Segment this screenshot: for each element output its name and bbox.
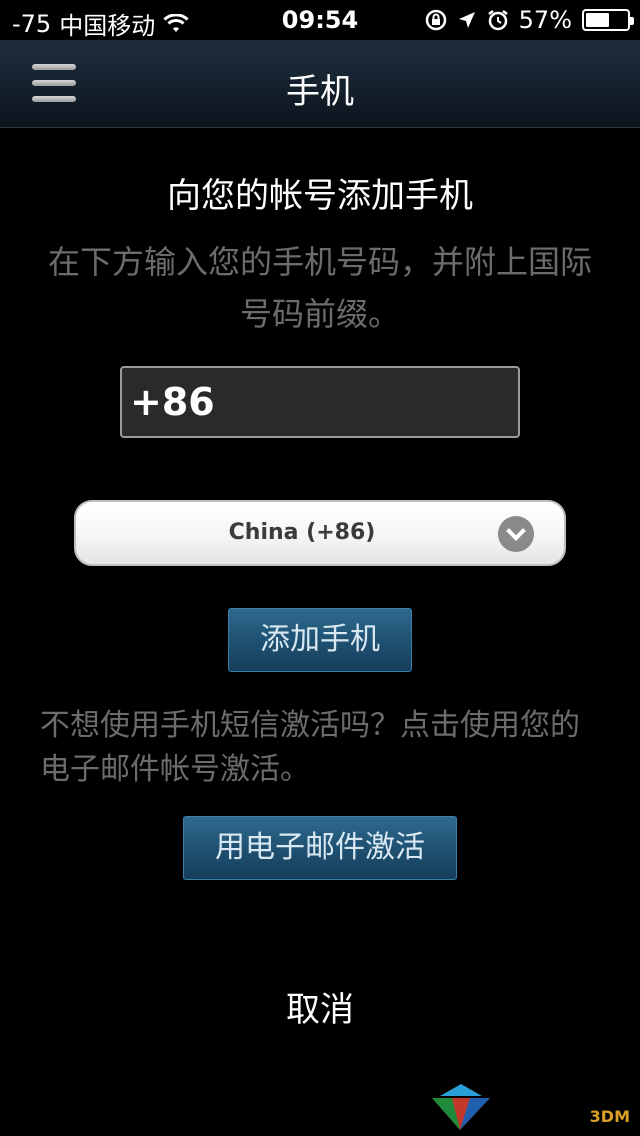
cancel-button[interactable]: 取消 bbox=[0, 982, 640, 1031]
add-phone-button[interactable]: 添加手机 bbox=[228, 608, 412, 672]
nav-bar: 手机 bbox=[0, 40, 640, 128]
chevron-down-icon bbox=[498, 516, 534, 552]
headline: 向您的帐号添加手机 bbox=[167, 176, 473, 216]
email-hint-text: 不想使用手机短信激活吗？点击使用您的电子邮件帐号激活。 bbox=[40, 708, 580, 787]
rotation-lock-icon bbox=[425, 9, 446, 31]
country-select[interactable]: China (+86) bbox=[74, 500, 566, 566]
alarm-clock-icon bbox=[487, 10, 508, 31]
instructions-text: 在下方输入您的手机号码，并附上国际号码前缀。 bbox=[47, 243, 592, 333]
watermark: 3DM bbox=[430, 1078, 630, 1132]
location-arrow-icon bbox=[458, 12, 475, 28]
battery-percent: 57% bbox=[518, 6, 572, 34]
watermark-logo-icon bbox=[432, 1084, 490, 1130]
watermark-text: 3DM bbox=[589, 1107, 630, 1126]
status-right: 57% bbox=[425, 6, 634, 34]
battery-level bbox=[586, 13, 609, 27]
email-activate-button[interactable]: 用电子邮件激活 bbox=[183, 816, 457, 880]
status-bar: -75 中国移动 09:54 57% bbox=[0, 0, 640, 40]
country-selected-value: China (+86) bbox=[228, 520, 376, 545]
phone-number-input[interactable] bbox=[120, 366, 520, 438]
battery-nub bbox=[630, 17, 634, 25]
page-title: 手机 bbox=[286, 72, 354, 112]
battery-icon bbox=[582, 9, 634, 31]
